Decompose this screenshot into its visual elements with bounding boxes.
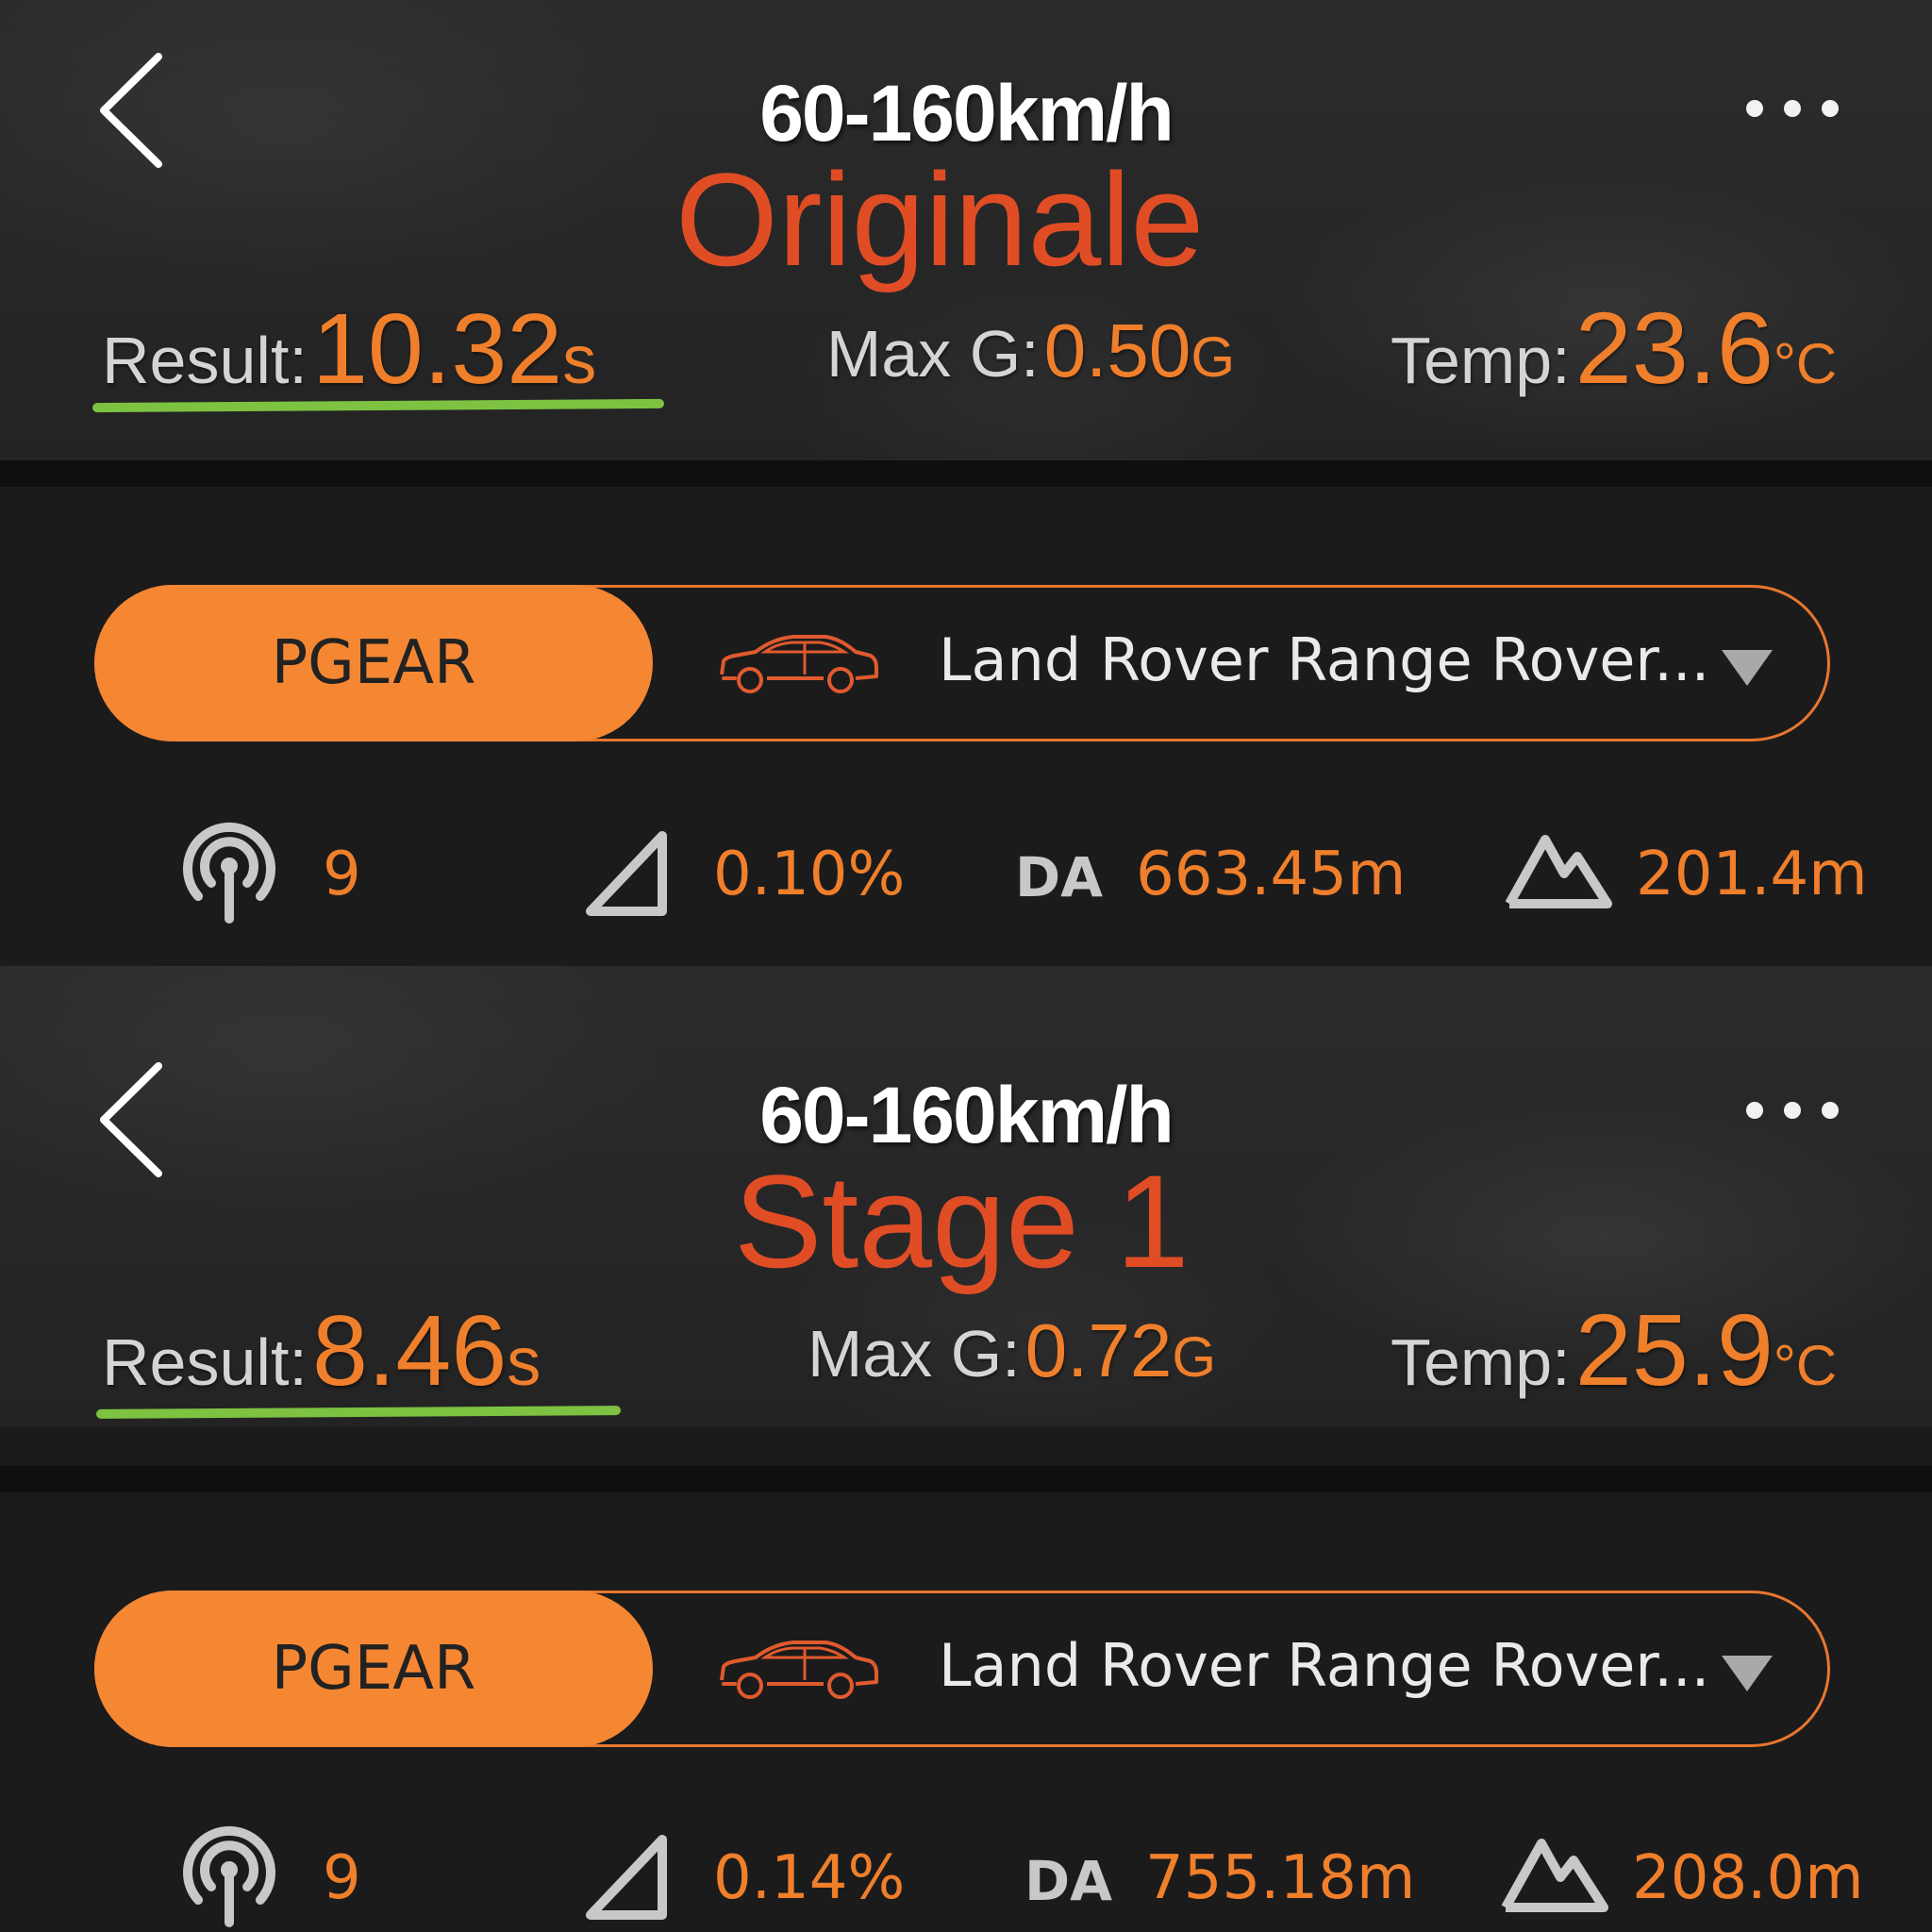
- da-label: DA: [1015, 845, 1104, 909]
- dropdown-triangle-icon[interactable]: [1720, 1652, 1774, 1693]
- vehicle-selector[interactable]: PGEAR Land Rover Range Rover...: [94, 1591, 1830, 1747]
- temp-label: Temp:: [1391, 1325, 1571, 1399]
- overlay-label: Stage 1: [734, 1147, 1190, 1295]
- slope-triangle-icon: [586, 1835, 667, 1920]
- temp-unit: °C: [1773, 332, 1838, 395]
- section-divider: [0, 1466, 1932, 1492]
- altitude-value: 201.4m: [1636, 840, 1868, 909]
- temp-label: Temp:: [1391, 324, 1571, 397]
- satellites-value: 9: [323, 1843, 361, 1913]
- max-g-stat: Max G: 0.50G: [826, 308, 1235, 394]
- max-g-unit: G: [1172, 1325, 1217, 1389]
- result-value: 10.32: [311, 293, 563, 405]
- max-g-value: 0.50: [1043, 308, 1191, 392]
- result-panel-originale: 60-160km/h Originale Result: 10.32s Max …: [0, 0, 1932, 966]
- car-icon: [720, 1641, 878, 1699]
- max-g-label: Max G:: [826, 317, 1040, 391]
- satellites-value: 9: [323, 840, 361, 909]
- da-value: 755.18m: [1145, 1843, 1416, 1913]
- brand-pill[interactable]: PGEAR: [94, 1591, 653, 1747]
- altitude-mountain-icon: [1505, 835, 1612, 908]
- dropdown-triangle-icon[interactable]: [1720, 646, 1774, 688]
- car-name: Land Rover Range Rover...: [939, 1631, 1710, 1700]
- vehicle-selector[interactable]: PGEAR Land Rover Range Rover...: [94, 585, 1830, 741]
- max-g-label: Max G:: [808, 1317, 1021, 1391]
- result-label: Result:: [102, 1325, 308, 1399]
- overlay-label: Originale: [675, 145, 1205, 293]
- satellite-signal-icon: [183, 1825, 275, 1927]
- max-g-unit: G: [1191, 325, 1236, 389]
- temp-unit: °C: [1773, 1334, 1838, 1397]
- da-value: 663.45m: [1136, 840, 1407, 909]
- slope-metric: 0.14%: [583, 1824, 923, 1928]
- result-unit: s: [507, 1324, 541, 1400]
- temp-stat: Temp: 25.9°C: [1391, 1291, 1837, 1408]
- altitude-value: 208.0m: [1632, 1843, 1864, 1913]
- density-altitude-metric: DA 663.45m: [1011, 821, 1407, 924]
- slope-triangle-icon: [586, 831, 667, 916]
- result-value: 8.46: [311, 1295, 508, 1407]
- result-stat: Result: 8.46s: [102, 1294, 541, 1408]
- max-g-value: 0.72: [1024, 1308, 1173, 1392]
- brand-pill[interactable]: PGEAR: [94, 585, 653, 741]
- result-stat: Result: 10.32s: [102, 292, 596, 407]
- density-altitude-metric: DA 755.18m: [1021, 1824, 1417, 1928]
- altitude-mountain-icon: [1501, 1839, 1608, 1912]
- car-name: Land Rover Range Rover...: [939, 625, 1710, 694]
- satellites-metric: 9: [177, 821, 394, 924]
- satellite-signal-icon: [183, 822, 275, 924]
- result-unit: s: [562, 323, 597, 398]
- temp-value: 23.6: [1574, 291, 1774, 405]
- max-g-stat: Max G: 0.72G: [808, 1307, 1216, 1394]
- satellites-metric: 9: [177, 1824, 394, 1928]
- slope-value: 0.10%: [713, 840, 906, 909]
- result-label: Result:: [102, 324, 308, 397]
- car-icon: [720, 635, 878, 693]
- slope-metric: 0.10%: [583, 821, 923, 924]
- section-divider: [0, 460, 1932, 487]
- altitude-metric: 208.0m: [1500, 1824, 1924, 1928]
- slope-value: 0.14%: [713, 1843, 906, 1913]
- altitude-metric: 201.4m: [1504, 821, 1919, 924]
- result-panel-stage-1: 60-160km/h Stage 1 Result: 8.46s Max G: …: [0, 966, 1932, 1932]
- temp-stat: Temp: 23.6°C: [1391, 289, 1837, 407]
- da-label: DA: [1024, 1849, 1113, 1913]
- temp-value: 25.9: [1574, 1292, 1774, 1407]
